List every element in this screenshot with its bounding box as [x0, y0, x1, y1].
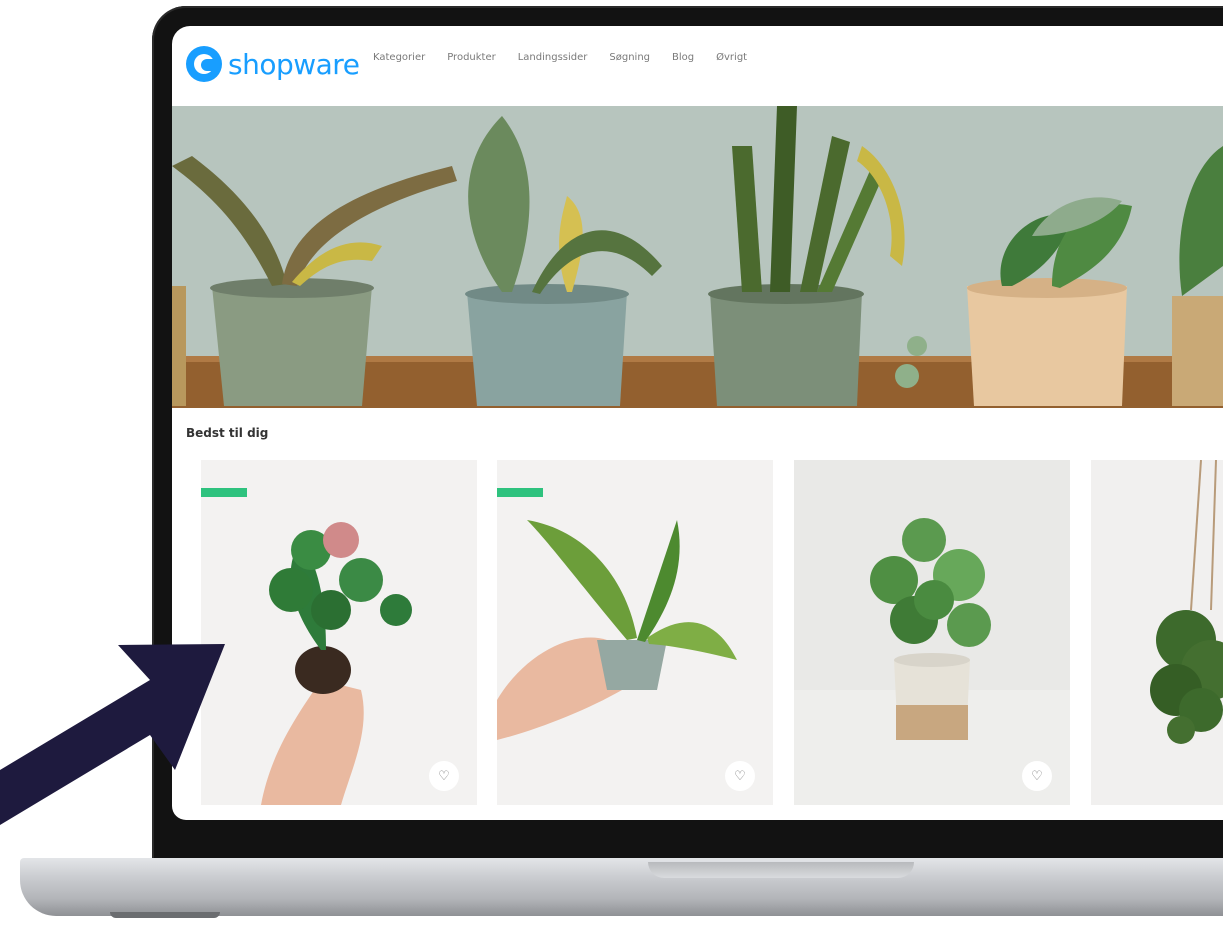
wishlist-button[interactable]: ♡ — [725, 761, 755, 791]
heart-outline-icon: ♡ — [438, 768, 450, 783]
product-card[interactable]: ♡ — [794, 460, 1070, 805]
nav-item-kategorier[interactable]: Kategorier — [373, 52, 425, 63]
product-image — [794, 460, 1070, 805]
brand-name: shopware — [228, 47, 360, 81]
site-header: shopware Kategorier Produkter Landingssi… — [172, 26, 1223, 106]
heart-outline-icon: ♡ — [1031, 768, 1043, 783]
laptop-screen: shopware Kategorier Produkter Landingssi… — [172, 26, 1223, 820]
laptop-notch — [648, 862, 914, 878]
product-image — [1091, 460, 1223, 805]
nav-item-oevrigt[interactable]: Øvrigt — [716, 52, 747, 63]
product-card[interactable] — [1091, 460, 1223, 805]
nav-item-landingssider[interactable]: Landingssider — [518, 52, 588, 63]
product-image — [201, 460, 477, 805]
hero-banner[interactable] — [172, 106, 1223, 408]
shopware-logo-icon — [186, 46, 222, 82]
product-slider: ♡ ♡ ♡ — [201, 460, 1223, 805]
shopware-logo[interactable]: shopware — [186, 46, 360, 82]
wishlist-button[interactable]: ♡ — [1022, 761, 1052, 791]
product-badge — [497, 488, 543, 497]
wishlist-button[interactable]: ♡ — [429, 761, 459, 791]
main-nav: Kategorier Produkter Landingssider Søgni… — [373, 52, 769, 63]
product-card[interactable]: ♡ — [201, 460, 477, 805]
pointer-arrow-icon — [0, 644, 225, 825]
product-image — [497, 460, 773, 805]
hero-plants-image — [172, 106, 1223, 408]
nav-item-produkter[interactable]: Produkter — [447, 52, 496, 63]
product-badge — [201, 488, 247, 497]
product-card[interactable]: ♡ — [497, 460, 773, 805]
nav-item-soegning[interactable]: Søgning — [609, 52, 650, 63]
section-title: Bedst til dig — [186, 426, 269, 440]
nav-item-blog[interactable]: Blog — [672, 52, 694, 63]
laptop-base — [20, 858, 1223, 918]
heart-outline-icon: ♡ — [734, 768, 746, 783]
